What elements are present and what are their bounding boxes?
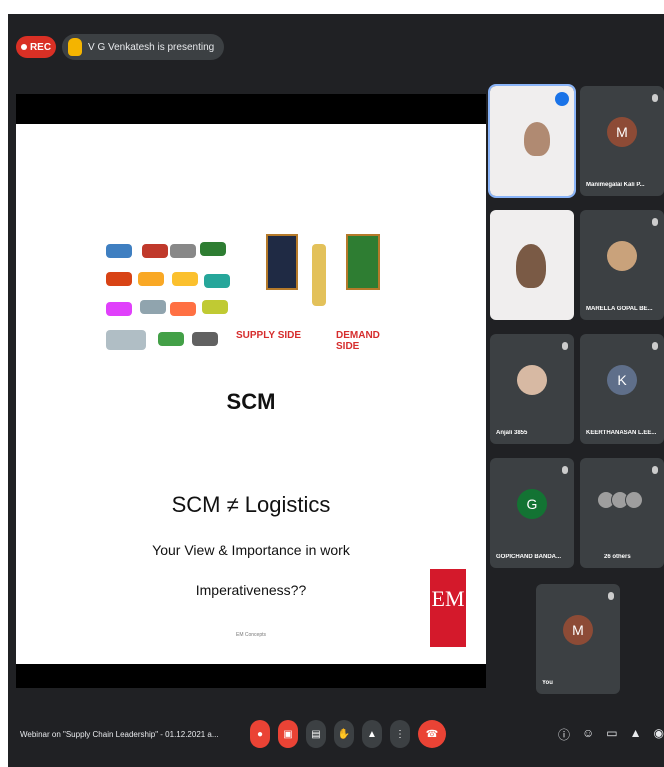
em-logo-text: EM bbox=[431, 586, 465, 611]
people-icon[interactable]: ☺ bbox=[582, 726, 594, 743]
rec-label: REC bbox=[29, 41, 52, 53]
hand-icon: ✋ bbox=[337, 728, 351, 740]
ship-icon bbox=[170, 302, 196, 316]
activities-icon[interactable]: ▲ bbox=[630, 726, 642, 743]
mic-muted-icon bbox=[652, 94, 658, 102]
van-icon bbox=[158, 332, 184, 346]
captions-icon: ▤ bbox=[311, 728, 321, 740]
mic-muted-icon bbox=[652, 218, 658, 226]
car-icon bbox=[138, 272, 164, 286]
slide-heading: SCM ≠ Logistics bbox=[171, 492, 331, 517]
avatar bbox=[607, 241, 637, 272]
raise-hand-button[interactable]: ✋ bbox=[334, 720, 354, 748]
present-button[interactable]: ▲ bbox=[362, 720, 382, 748]
recording-badge: REC bbox=[16, 36, 56, 58]
slide-title: SCM bbox=[226, 389, 276, 414]
mic-off-button[interactable]: ● bbox=[250, 720, 270, 748]
call-controls: ● ▣ ▤ ✋ ▲ ⋮ ☎ bbox=[250, 720, 446, 748]
presentation-slide: SUPPLY SIDE DEMAND SIDE SCM SCM ≠ Logist… bbox=[16, 124, 486, 664]
participant-name: Anjali 3855 bbox=[496, 430, 528, 436]
vehicles-illustration bbox=[96, 232, 230, 362]
participant-tile-you[interactable]: M You bbox=[536, 584, 620, 694]
slide-footer: EM Concepts bbox=[235, 632, 266, 638]
participant-name: GOPICHAND BANDA... bbox=[496, 554, 562, 560]
security-icon[interactable]: ◉ bbox=[654, 726, 664, 743]
mic-muted-icon bbox=[652, 342, 658, 350]
captions-button[interactable]: ▤ bbox=[306, 720, 326, 748]
slide-subtitle-1: Your View & Importance in work bbox=[152, 542, 350, 558]
stage-letterbox-top bbox=[16, 94, 486, 124]
participant-name: 26 others bbox=[604, 554, 631, 560]
side-controls: ⓘ ☺ ▭ ▲ ◉ bbox=[558, 726, 664, 743]
bicycle-icon bbox=[192, 332, 218, 346]
lorry-icon bbox=[106, 330, 146, 350]
hand-icon bbox=[68, 38, 82, 56]
participant-tile-others[interactable]: 26 others bbox=[580, 458, 664, 568]
meeting-title: Webinar on "Supply Chain Leadership" - 0… bbox=[20, 730, 219, 739]
supply-side-label: SUPPLY SIDE bbox=[236, 330, 302, 341]
presenter-text: V G Venkatesh is presenting bbox=[88, 41, 215, 53]
mic-muted-icon bbox=[562, 342, 568, 350]
participant-name: KEERTHANASAN L.EE... bbox=[586, 430, 657, 436]
camera-off-button[interactable]: ▣ bbox=[278, 720, 298, 748]
store-icon bbox=[346, 234, 380, 290]
balance-scale-icon bbox=[312, 244, 326, 306]
avatar: M bbox=[607, 117, 637, 148]
pin-icon[interactable] bbox=[555, 92, 569, 106]
avatar: K bbox=[607, 365, 637, 396]
participant-name: MARELLA GOPAL BE... bbox=[586, 306, 653, 312]
info-icon[interactable]: ⓘ bbox=[558, 726, 570, 743]
avatar: G bbox=[517, 489, 547, 520]
mic-muted-icon bbox=[608, 592, 614, 600]
demand-side-label: DEMAND SIDE bbox=[336, 330, 380, 352]
participant-video bbox=[524, 122, 550, 156]
supply-demand-illustration: SUPPLY SIDE DEMAND SIDE bbox=[236, 234, 396, 354]
airplane-icon bbox=[106, 302, 132, 316]
mic-off-icon: ● bbox=[256, 728, 264, 740]
participant-tile-gopichand[interactable]: G GOPICHAND BANDA... bbox=[490, 458, 574, 568]
participant-tile-video-1[interactable] bbox=[488, 84, 576, 198]
helicopter-icon bbox=[202, 300, 228, 314]
stage-letterbox-bottom bbox=[16, 664, 486, 688]
participant-video bbox=[516, 244, 546, 288]
bottom-bar: Webinar on "Supply Chain Leadership" - 0… bbox=[8, 704, 664, 767]
present-icon: ▲ bbox=[367, 728, 377, 740]
taxi-icon bbox=[172, 272, 198, 286]
camera-off-icon: ▣ bbox=[283, 728, 293, 740]
chat-icon[interactable]: ▭ bbox=[606, 726, 617, 743]
record-dot-icon bbox=[20, 44, 27, 50]
mic-muted-icon bbox=[562, 466, 568, 474]
more-options-button[interactable]: ⋮ bbox=[390, 720, 410, 748]
avatar: M bbox=[563, 615, 593, 646]
plane-icon bbox=[204, 274, 230, 288]
avatar bbox=[517, 365, 547, 396]
participant-tile-anjali[interactable]: Anjali 3855 bbox=[490, 334, 574, 444]
participant-tile-video-2[interactable] bbox=[490, 210, 574, 320]
train-icon bbox=[106, 272, 132, 286]
tractor-icon bbox=[200, 242, 226, 256]
car-icon bbox=[106, 244, 132, 258]
bicycle-icon bbox=[170, 244, 196, 258]
mic-muted-icon bbox=[652, 466, 658, 474]
presenter-chip[interactable]: V G Venkatesh is presenting bbox=[62, 34, 225, 60]
screen-frame: REC V G Venkatesh is presenting SUPPLY S… bbox=[0, 0, 664, 767]
participant-tile-manimegalai[interactable]: M Manimegalai Kali P... bbox=[580, 86, 664, 196]
others-avatars bbox=[597, 490, 643, 509]
participant-name: You bbox=[542, 680, 553, 686]
sailboat-icon bbox=[140, 300, 166, 314]
participant-tile-marella[interactable]: MARELLA GOPAL BE... bbox=[580, 210, 664, 320]
meet-window: REC V G Venkatesh is presenting SUPPLY S… bbox=[8, 14, 664, 767]
top-bar: REC V G Venkatesh is presenting bbox=[8, 14, 664, 74]
participant-tile-keerthanasan[interactable]: K KEERTHANASAN L.EE... bbox=[580, 334, 664, 444]
truck-icon bbox=[142, 244, 168, 258]
end-call-button[interactable]: ☎ bbox=[418, 720, 446, 748]
factory-icon bbox=[266, 234, 298, 290]
participant-name: Manimegalai Kali P... bbox=[586, 182, 645, 188]
more-vert-icon: ⋮ bbox=[395, 728, 405, 740]
slide-subtitle-2: Imperativeness?? bbox=[195, 582, 307, 598]
phone-hangup-icon: ☎ bbox=[425, 728, 439, 740]
